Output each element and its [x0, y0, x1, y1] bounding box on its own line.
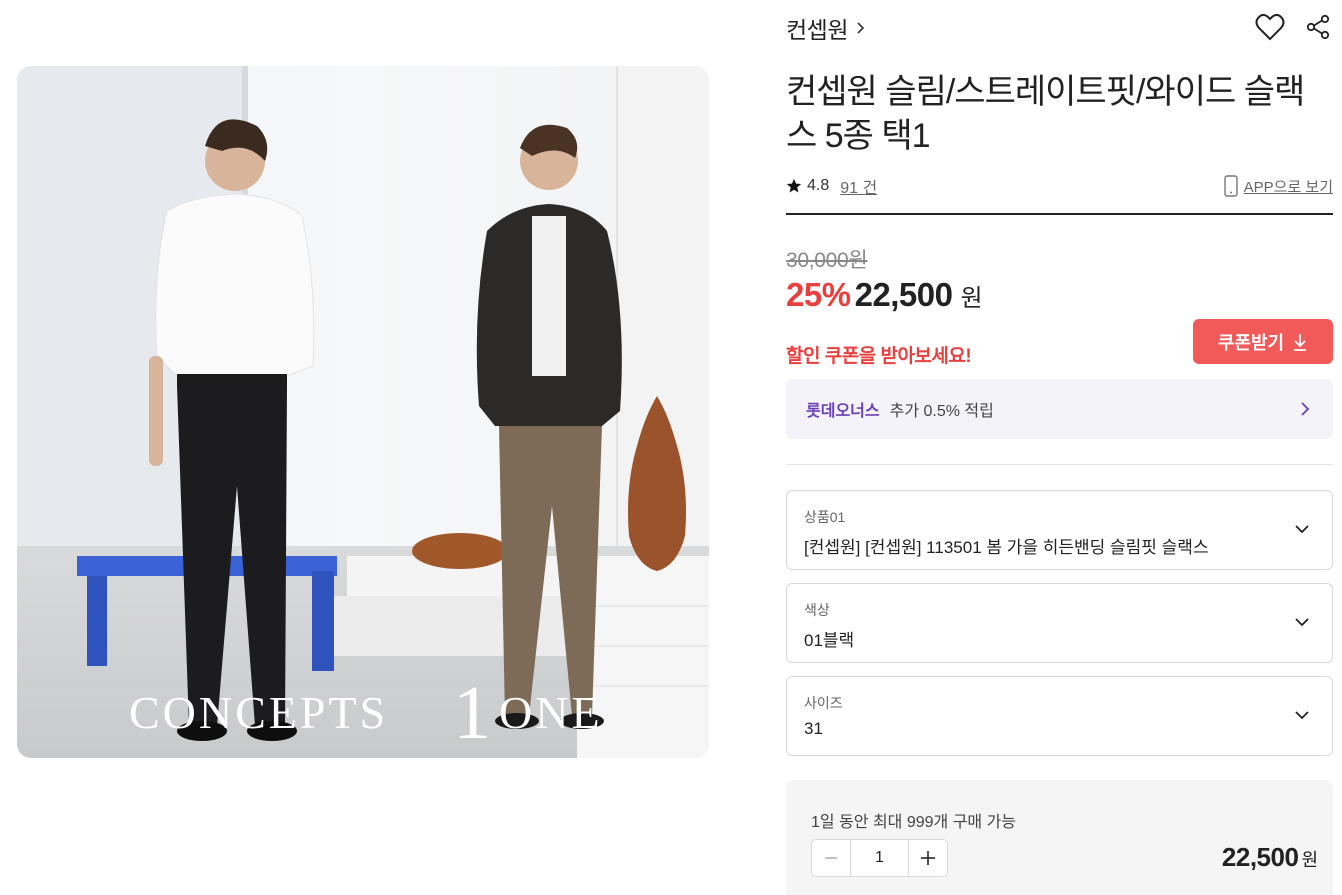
price-unit: 원	[960, 285, 983, 312]
image-brand-text-right: ONE	[499, 687, 603, 738]
purchase-limit: 1일 동안 최대 999개 구매 가능	[811, 814, 1017, 831]
coupon-button[interactable]: 쿠폰받기	[1193, 319, 1333, 364]
option-value: 01블랙	[804, 631, 855, 650]
points-brand: 롯데오너스	[806, 403, 880, 420]
product-info-panel: 컨셉원 컨셉원 슬림/스트레이트핏/와이드 슬랙스 5종 택1 4.8 91 건…	[786, 0, 1333, 895]
review-count-link[interactable]: 91 건	[840, 174, 877, 198]
coupon-message: 할인 쿠폰을 받아보세요!	[786, 346, 972, 367]
divider	[786, 464, 1333, 465]
top-actions	[1255, 12, 1333, 42]
coupon-button-label: 쿠폰받기	[1217, 332, 1285, 353]
sale-price: 25% 22,500 원	[786, 276, 983, 316]
rating-score: 4.8	[807, 177, 830, 194]
mobile-icon	[1223, 175, 1238, 197]
option-select-product[interactable]: 상품01 [컨셉원] [컨셉원] 113501 봄 가을 히든밴딩 슬림핏 슬랙…	[786, 490, 1333, 570]
quantity-stepper: 1	[811, 839, 948, 877]
heart-icon[interactable]	[1255, 12, 1285, 42]
chevron-right-icon	[857, 22, 865, 34]
total-price-value: 22,500	[1221, 842, 1299, 872]
app-view-label: APP으로 보기	[1243, 178, 1333, 196]
product-photo: CONCEPTS 1 ONE	[17, 66, 709, 758]
chevron-down-icon	[1295, 711, 1309, 720]
purchase-box: 1일 동안 최대 999개 구매 가능 1 22,500 원	[786, 780, 1333, 895]
product-image[interactable]: CONCEPTS 1 ONE	[17, 66, 709, 758]
quantity-value[interactable]: 1	[850, 840, 909, 876]
total-price: 22,500 원	[1222, 842, 1318, 873]
original-price: 30,000원	[786, 249, 868, 272]
points-banner[interactable]: 롯데오너스 추가 0.5% 적립	[786, 379, 1333, 439]
minus-icon[interactable]	[812, 840, 850, 876]
total-price-unit: 원	[1301, 850, 1318, 870]
chevron-down-icon	[1295, 525, 1309, 534]
image-brand-text: CONCEPTS	[129, 687, 388, 738]
download-icon	[1294, 333, 1307, 351]
chevron-right-icon	[1301, 402, 1310, 416]
brand-name: 컨셉원	[786, 17, 848, 43]
brand-link[interactable]: 컨셉원	[786, 12, 868, 44]
product-title: 컨셉원 슬림/스트레이트핏/와이드 슬랙스 5종 택1	[786, 73, 1305, 155]
option-label: 상품01	[804, 509, 846, 525]
image-brand-numeral: 1	[453, 671, 491, 755]
option-value: [컨셉원] [컨셉원] 113501 봄 가을 히든밴딩 슬림핏 슬랙스	[804, 538, 1209, 557]
rating: 4.8 91 건	[786, 174, 877, 198]
points-desc: 추가 0.5% 적립	[889, 403, 994, 420]
option-select-size[interactable]: 사이즈 31	[786, 676, 1333, 756]
option-label: 사이즈	[804, 695, 843, 711]
share-icon[interactable]	[1303, 12, 1333, 42]
app-view-link[interactable]: APP으로 보기	[1223, 174, 1333, 198]
price-value: 22,500	[854, 276, 953, 313]
discount-rate: 25%	[786, 276, 851, 313]
chevron-down-icon	[1295, 618, 1309, 627]
option-select-color[interactable]: 색상 01블랙	[786, 583, 1333, 663]
star-icon	[786, 178, 802, 193]
option-value: 31	[804, 719, 823, 738]
plus-icon[interactable]	[909, 840, 947, 876]
divider	[786, 213, 1333, 215]
option-label: 색상	[804, 602, 830, 618]
